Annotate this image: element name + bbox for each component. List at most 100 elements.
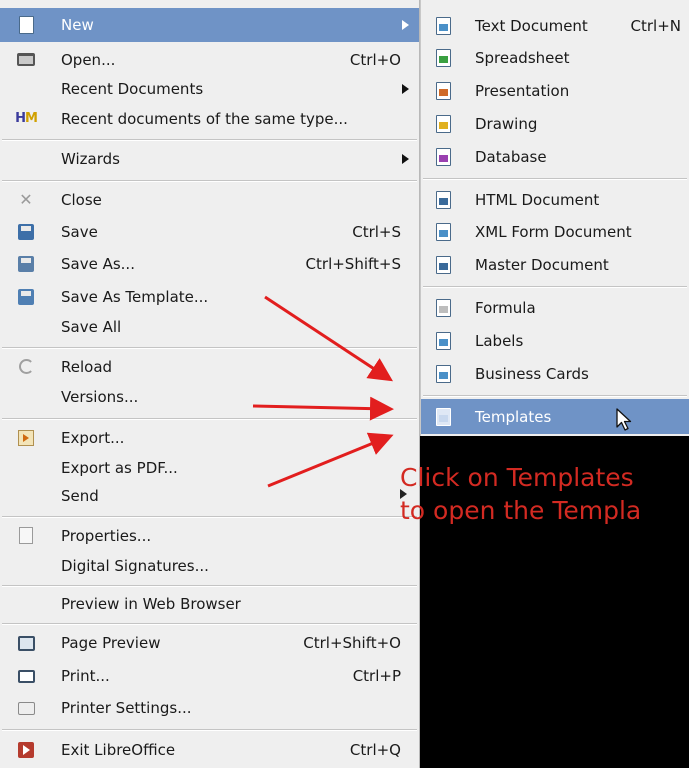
menu-item-label: Exit LibreOffice <box>61 741 176 759</box>
menu-item-save-as[interactable]: Save As... Ctrl+Shift+S <box>0 248 419 280</box>
reload-icon <box>16 357 36 377</box>
menu-item-printer-settings[interactable]: Printer Settings... <box>0 692 419 724</box>
menu-separator <box>2 139 417 141</box>
menu-separator <box>2 180 417 182</box>
menu-item-export-pdf[interactable]: Export as PDF... <box>0 452 419 483</box>
submenu-item-business-cards[interactable]: Business Cards <box>421 357 689 390</box>
menu-item-recent-same-type[interactable]: HM Recent documents of the same type... <box>0 103 419 134</box>
submenu-arrow-icon <box>402 153 409 164</box>
menu-item-label: Versions... <box>61 387 139 406</box>
menu-item-label: Save <box>61 223 98 241</box>
menu-item-open[interactable]: Open... Ctrl+O <box>0 43 419 76</box>
menu-item-label: Labels <box>475 331 524 350</box>
menu-item-label: Print... <box>61 667 110 685</box>
business-cards-icon <box>433 364 453 384</box>
menu-separator <box>423 178 687 180</box>
menu-item-label: HTML Document <box>475 190 600 209</box>
submenu-arrow-icon <box>402 20 409 30</box>
menu-item-label: Digital Signatures... <box>61 556 209 575</box>
menu-item-label: Text Document <box>475 16 588 35</box>
save-template-icon <box>16 287 36 307</box>
menu-item-exit[interactable]: Exit LibreOffice Ctrl+Q <box>0 734 419 766</box>
menu-item-label: XML Form Document <box>475 223 632 241</box>
menu-item-shortcut: Ctrl+Q <box>349 741 401 759</box>
menu-separator <box>2 729 417 731</box>
export-icon <box>16 428 36 448</box>
menu-separator <box>2 418 417 420</box>
labels-icon <box>433 331 453 351</box>
menu-item-label: Printer Settings... <box>61 699 192 717</box>
menu-item-label: Reload <box>61 357 113 376</box>
xml-form-icon <box>433 222 453 242</box>
text-document-icon <box>433 16 453 36</box>
annotation-line-1: Click on Templates <box>400 463 634 492</box>
menu-item-close[interactable]: ✕ Close <box>0 184 419 215</box>
menu-item-label: Wizards <box>61 149 120 168</box>
menu-item-label: Page Preview <box>61 634 161 652</box>
menu-item-label: Recent Documents <box>61 79 204 98</box>
menu-item-shortcut: Ctrl+Shift+O <box>303 634 401 652</box>
annotation-line-2: to open the Templa <box>400 496 642 525</box>
menu-item-label: Export as PDF... <box>61 458 178 477</box>
menu-item-label: Save All <box>61 317 122 336</box>
submenu-item-xml-form-document[interactable]: XML Form Document <box>421 216 689 248</box>
menu-item-label: Recent documents of the same type... <box>61 109 348 128</box>
menu-item-export[interactable]: Export... <box>0 422 419 453</box>
submenu-item-presentation[interactable]: Presentation <box>421 74 689 107</box>
close-icon: ✕ <box>19 190 33 209</box>
menu-item-label: New <box>61 16 94 34</box>
menu-item-preview-browser[interactable]: Preview in Web Browser <box>0 588 419 619</box>
submenu-item-master-document[interactable]: Master Document <box>421 248 689 281</box>
drawing-icon <box>433 114 453 134</box>
menu-item-digital-signatures[interactable]: Digital Signatures... <box>0 550 419 581</box>
mouse-cursor-icon <box>616 408 632 431</box>
page-preview-icon <box>16 633 36 653</box>
database-icon <box>433 147 453 167</box>
file-menu: New Open... Ctrl+O Recent Documents HM R… <box>0 0 420 768</box>
menu-item-label: Close <box>61 190 102 209</box>
menu-item-label: Save As... <box>61 255 135 273</box>
menu-item-properties[interactable]: Properties... <box>0 520 419 551</box>
menu-item-save[interactable]: Save Ctrl+S <box>0 216 419 248</box>
exit-icon <box>16 740 36 760</box>
menu-item-label: Formula <box>475 298 536 317</box>
submenu-item-drawing[interactable]: Drawing <box>421 107 689 140</box>
menu-item-shortcut: Ctrl+N <box>630 16 681 35</box>
menu-item-label: Templates <box>475 407 552 426</box>
menu-item-label: Save As Template... <box>61 287 209 306</box>
submenu-item-templates[interactable]: Templates <box>421 399 689 434</box>
menu-separator <box>2 516 417 518</box>
save-icon <box>16 222 36 242</box>
menu-separator <box>2 347 417 349</box>
menu-item-wizards[interactable]: Wizards <box>0 143 419 174</box>
submenu-item-formula[interactable]: Formula <box>421 291 689 324</box>
save-as-icon <box>16 254 36 274</box>
submenu-item-text-document[interactable]: Text Document Ctrl+N <box>421 9 689 42</box>
menu-item-new[interactable]: New <box>0 8 419 42</box>
menu-separator <box>2 623 417 625</box>
submenu-item-spreadsheet[interactable]: Spreadsheet <box>421 42 689 74</box>
menu-item-shortcut: Ctrl+O <box>349 50 401 69</box>
master-document-icon <box>433 255 453 275</box>
menu-separator <box>2 585 417 587</box>
menu-item-send[interactable]: Send <box>0 480 419 511</box>
submenu-item-database[interactable]: Database <box>421 140 689 173</box>
submenu-item-html-document[interactable]: HTML Document <box>421 183 689 216</box>
menu-item-print[interactable]: Print... Ctrl+P <box>0 660 419 692</box>
menu-item-shortcut: Ctrl+P <box>352 667 401 685</box>
menu-item-page-preview[interactable]: Page Preview Ctrl+Shift+O <box>0 627 419 659</box>
html-document-icon <box>433 190 453 210</box>
menu-item-label: Send <box>61 486 99 505</box>
menu-item-label: Presentation <box>475 81 570 100</box>
menu-item-label: Spreadsheet <box>475 49 570 67</box>
menu-item-label: Business Cards <box>475 364 589 383</box>
menu-item-recent-documents[interactable]: Recent Documents <box>0 73 419 104</box>
menu-item-reload[interactable]: Reload <box>0 351 419 382</box>
menu-item-versions[interactable]: Versions... <box>0 381 419 412</box>
templates-icon <box>433 407 453 427</box>
menu-item-save-all[interactable]: Save All <box>0 311 419 342</box>
properties-icon <box>16 526 36 546</box>
menu-item-save-as-template[interactable]: Save As Template... <box>0 281 419 312</box>
menu-item-label: Master Document <box>475 255 609 274</box>
submenu-item-labels[interactable]: Labels <box>421 324 689 357</box>
